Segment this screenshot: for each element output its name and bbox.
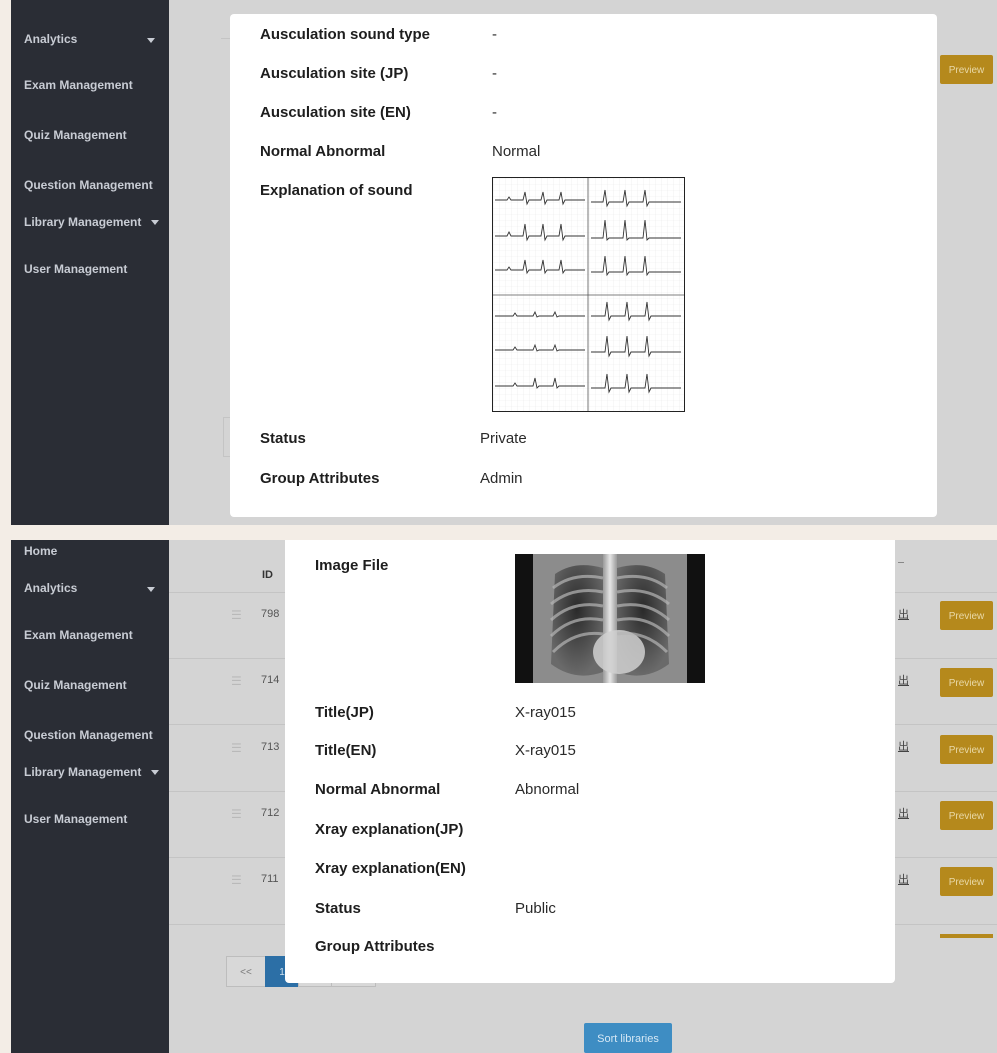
sidebar-item-label: Library Management xyxy=(24,765,142,779)
field-label: Explanation of sound xyxy=(260,182,413,199)
field-value: - xyxy=(492,104,497,121)
sidebar-item-home[interactable]: Home xyxy=(11,544,169,558)
sidebar-item-label: Question Management xyxy=(24,178,153,192)
drag-handle-icon[interactable]: ☰ xyxy=(231,807,242,821)
preview-button[interactable]: Preview xyxy=(940,867,993,896)
preview-button[interactable]: Preview xyxy=(940,601,993,630)
chevron-down-icon xyxy=(150,220,159,226)
drag-handle-icon[interactable]: ☰ xyxy=(231,873,242,887)
xray-detail-modal: Image File Title(JP) X-ray015 Title(EN) … xyxy=(285,540,895,983)
row-link[interactable]: 出 xyxy=(898,738,909,754)
field-value: Normal xyxy=(492,143,541,160)
row-link[interactable]: 出 xyxy=(898,606,909,622)
preview-button[interactable]: Preview xyxy=(940,801,993,830)
sidebar-item-user-management[interactable]: User Management xyxy=(11,812,169,826)
field-label: Image File xyxy=(315,557,389,574)
field-label: Xray explanation(JP) xyxy=(315,821,464,838)
sort-libraries-button[interactable]: Sort libraries xyxy=(584,1023,672,1053)
sidebar-item-analytics[interactable]: Analytics xyxy=(11,32,169,46)
row-link[interactable]: 出 xyxy=(898,805,909,821)
sound-detail-modal: Ausculation sound type - Ausculation sit… xyxy=(230,14,937,517)
field-label: Group Attributes xyxy=(315,938,435,955)
top-screenshot-panel: Analytics Exam Management Quiz Managemen… xyxy=(11,0,997,525)
field-label: Ausculation site (JP) xyxy=(260,65,409,82)
preview-button-partial xyxy=(940,934,993,938)
row-id: 711 xyxy=(261,873,279,885)
ecg-image xyxy=(492,177,685,412)
sidebar-item-label: Question Management xyxy=(24,728,153,742)
field-value: Private xyxy=(480,430,527,447)
sidebar: Home Analytics Exam Management Quiz Mana… xyxy=(11,540,169,1053)
row-id: 712 xyxy=(261,807,280,819)
preview-button[interactable]: Preview xyxy=(940,668,993,697)
field-label: Ausculation sound type xyxy=(260,26,431,43)
sidebar-item-quiz-management[interactable]: Quiz Management xyxy=(11,678,169,692)
drag-handle-icon[interactable]: ☰ xyxy=(231,608,242,622)
field-label: Status xyxy=(315,900,361,917)
pagination-first[interactable]: << xyxy=(226,956,266,987)
sidebar-item-library-management[interactable]: Library Management xyxy=(11,215,169,229)
sidebar-item-exam-management[interactable]: Exam Management xyxy=(11,628,169,642)
field-value: - xyxy=(492,65,497,82)
sidebar-item-label: Exam Management xyxy=(24,78,133,92)
sidebar-item-label: User Management xyxy=(24,262,128,276)
drag-handle-icon[interactable]: ☰ xyxy=(231,741,242,755)
header-mark xyxy=(898,562,904,563)
chevron-down-icon xyxy=(150,770,159,776)
field-label: Ausculation site (EN) xyxy=(260,104,411,121)
sidebar-item-user-management[interactable]: User Management xyxy=(11,262,169,276)
sidebar-item-question-management[interactable]: Question Management xyxy=(11,178,169,192)
sidebar-item-analytics[interactable]: Analytics xyxy=(11,581,169,595)
table-header-id: ID xyxy=(262,569,273,581)
row-id: 798 xyxy=(261,608,280,620)
row-id: 714 xyxy=(261,674,280,686)
sidebar-item-quiz-management[interactable]: Quiz Management xyxy=(11,128,169,142)
field-label: Xray explanation(EN) xyxy=(315,860,466,877)
sidebar-item-question-management[interactable]: Question Management xyxy=(11,728,169,742)
sidebar-item-label: Quiz Management xyxy=(24,128,127,142)
preview-button[interactable]: Preview xyxy=(940,735,993,764)
chevron-down-icon xyxy=(147,587,155,592)
sidebar-item-label: Analytics xyxy=(24,32,78,46)
ecg-trace-icon xyxy=(493,178,684,411)
field-label: Normal Abnormal xyxy=(260,143,386,160)
field-value: - xyxy=(492,26,497,43)
drag-handle-icon[interactable]: ☰ xyxy=(231,674,242,688)
row-link[interactable]: 出 xyxy=(898,672,909,688)
field-value: X-ray015 xyxy=(515,742,576,759)
sidebar-item-library-management[interactable]: Library Management xyxy=(11,765,169,779)
field-value: Public xyxy=(515,900,556,917)
sidebar-item-label: Library Management xyxy=(24,215,142,229)
field-value: Abnormal xyxy=(515,781,580,798)
sidebar-item-label: Home xyxy=(24,544,58,558)
sidebar-item-label: User Management xyxy=(24,812,128,826)
chevron-down-icon xyxy=(147,38,155,43)
bottom-screenshot-panel: Home Analytics Exam Management Quiz Mana… xyxy=(11,540,997,1053)
field-label: Normal Abnormal xyxy=(315,781,441,798)
sidebar-item-label: Analytics xyxy=(24,581,78,595)
xray-image xyxy=(515,554,705,683)
sidebar-item-label: Quiz Management xyxy=(24,678,127,692)
chest-xray-icon xyxy=(515,554,705,683)
sidebar: Analytics Exam Management Quiz Managemen… xyxy=(11,0,169,525)
row-link[interactable]: 出 xyxy=(898,871,909,887)
row-id: 713 xyxy=(261,741,280,753)
field-value: Admin xyxy=(480,470,523,487)
field-label: Group Attributes xyxy=(260,470,380,487)
field-label: Title(EN) xyxy=(315,742,377,759)
sidebar-item-exam-management[interactable]: Exam Management xyxy=(11,78,169,92)
field-label: Status xyxy=(260,430,306,447)
sidebar-item-label: Exam Management xyxy=(24,628,133,642)
field-label: Title(JP) xyxy=(315,704,374,721)
preview-button[interactable]: Preview xyxy=(940,55,993,84)
field-value: X-ray015 xyxy=(515,704,576,721)
